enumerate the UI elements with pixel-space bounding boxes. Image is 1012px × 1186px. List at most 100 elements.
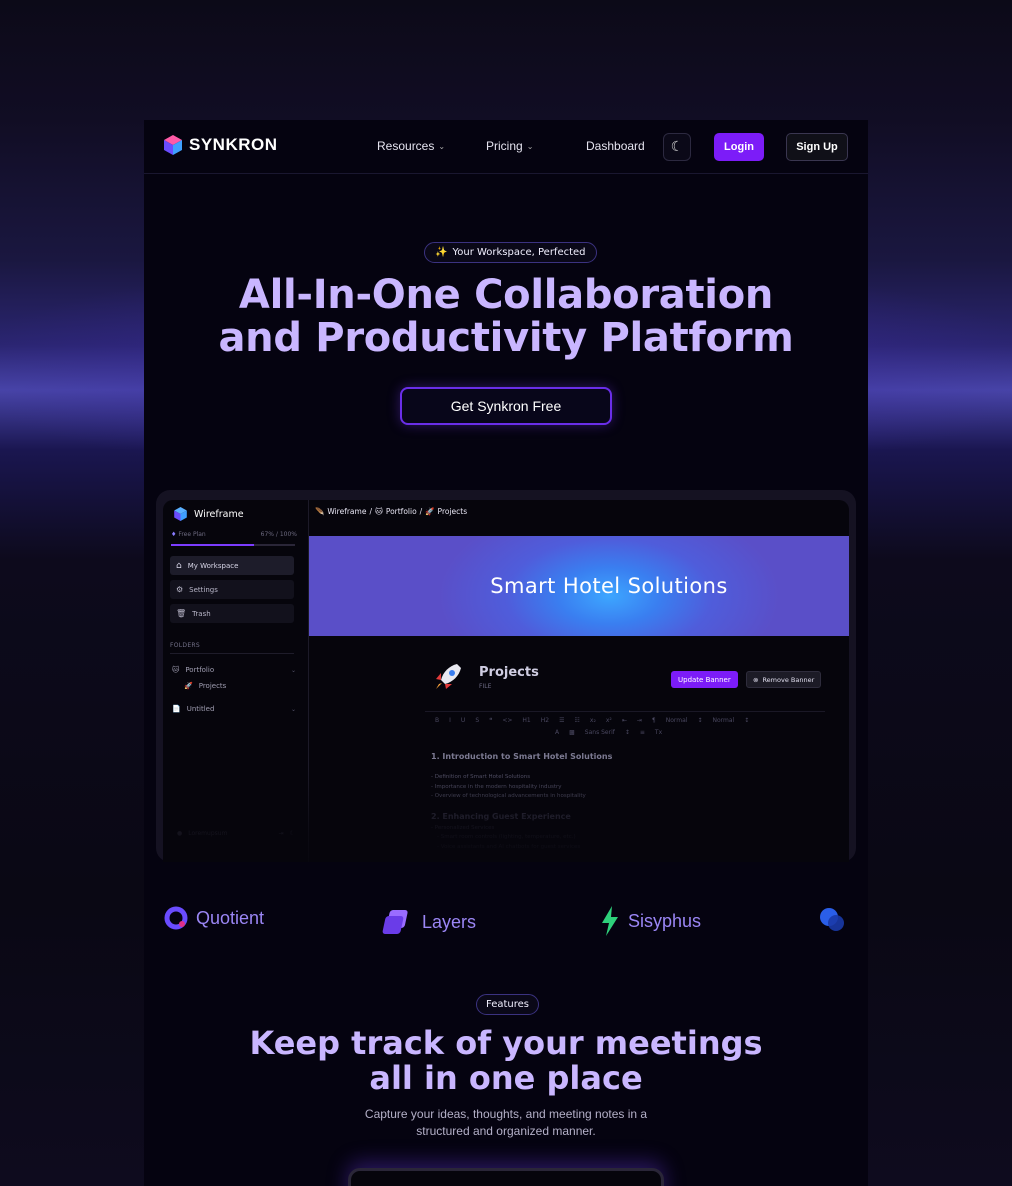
features-preview-frame: [348, 1168, 664, 1186]
logout-icon[interactable]: ⇥: [279, 830, 284, 837]
plan-usage: 67% / 100%: [260, 531, 297, 538]
document-banner: Smart Hotel Solutions: [309, 536, 849, 636]
remove-banner-button[interactable]: ⊗ Remove Banner: [746, 671, 822, 688]
toolbar-button[interactable]: ❝: [489, 717, 492, 724]
app-preview-frame: Wireframe ♦ Free Plan 67% / 100% ⌂ My Wo…: [156, 490, 856, 862]
toolbar-row-2: A ▩ Sans Serif ↕ ≡ Tx: [555, 729, 662, 736]
chevron-down-icon[interactable]: ⌄: [291, 706, 296, 713]
features-title: Keep track of your meetings all in one p…: [144, 1026, 868, 1096]
workspace-logo-icon: [174, 507, 187, 521]
toolbar-button[interactable]: ▩: [569, 729, 575, 736]
theme-toggle-button[interactable]: ☾: [663, 133, 691, 161]
toolbar-button[interactable]: x²: [606, 717, 612, 724]
preview-sidebar: Wireframe ♦ Free Plan 67% / 100% ⌂ My Wo…: [163, 500, 309, 862]
toolbar-button[interactable]: ☷: [575, 717, 580, 724]
bullet-item: - Overview of technological advancements…: [431, 793, 586, 799]
home-icon: ⌂: [176, 560, 182, 571]
breadcrumb-portfolio[interactable]: Portfolio: [386, 507, 417, 516]
cat-emoji-icon: 🐱: [172, 666, 180, 674]
toolbar-button[interactable]: Sans Serif: [585, 729, 615, 736]
toolbar-button[interactable]: Normal: [666, 717, 688, 724]
toolbar-button[interactable]: A: [555, 729, 559, 736]
toolbar-button[interactable]: ↕: [697, 717, 702, 724]
section-heading: 2. Enhancing Guest Experience: [431, 811, 571, 821]
banner-title: Smart Hotel Solutions: [490, 574, 728, 598]
bullet-item: - Definition of Smart Hotel Solutions: [431, 774, 531, 780]
rocket-icon: [436, 664, 461, 689]
partner-circles: [818, 906, 856, 934]
breadcrumb-wireframe[interactable]: Wireframe: [327, 507, 366, 516]
nav-pricing[interactable]: Pricing ⌄: [486, 139, 533, 153]
folder-untitled[interactable]: 📄 Untitled: [172, 705, 214, 713]
section-heading: 1. Introduction to Smart Hotel Solutions: [431, 752, 613, 761]
update-banner-button[interactable]: Update Banner: [671, 671, 738, 688]
workspace-header[interactable]: Wireframe: [174, 507, 244, 521]
breadcrumb-separator: /: [369, 507, 372, 516]
bullet-item: - Voice assistants and AI chatbots for g…: [437, 843, 581, 850]
file-label: Projects: [198, 682, 227, 690]
get-started-button[interactable]: Get Synkron Free: [400, 387, 612, 425]
avatar[interactable]: ●: [177, 830, 182, 837]
sidebar-item-my-workspace[interactable]: ⌂ My Workspace: [170, 556, 294, 575]
file-projects[interactable]: 🚀 Projects: [184, 682, 226, 690]
toolbar-button[interactable]: ↕: [744, 717, 749, 724]
sidebar-item-trash[interactable]: 🗑 Trash: [170, 604, 294, 623]
partner-quotient: Quotient: [164, 906, 264, 930]
login-button[interactable]: Login: [714, 133, 764, 161]
partner-sisyphus: Sisyphus: [600, 906, 701, 936]
toolbar-button[interactable]: H1: [522, 717, 530, 724]
toolbar-button[interactable]: H2: [541, 717, 549, 724]
toolbar-button[interactable]: U: [461, 717, 465, 724]
features-description: Capture your ideas, thoughts, and meetin…: [344, 1106, 668, 1140]
toolbar-button[interactable]: x₂: [590, 717, 596, 724]
preview-main: 🪶 Wireframe / 🐱 Portfolio / 🚀 Projects S…: [309, 500, 849, 862]
document-title: Projects: [479, 664, 539, 680]
trash-icon: 🗑: [176, 609, 187, 618]
folders-divider: [170, 653, 294, 654]
toolbar-button[interactable]: ☰: [559, 717, 564, 724]
toolbar-button[interactable]: ⇤: [622, 717, 627, 724]
sidebar-item-label: Settings: [189, 585, 218, 594]
partner-logos: Quotient Layers Sisyphus: [144, 900, 868, 940]
signup-button[interactable]: Sign Up: [786, 133, 848, 161]
close-circle-icon: ⊗: [753, 675, 759, 684]
quotient-logo-icon: [164, 906, 188, 930]
rocket-emoji-icon: 🚀: [425, 507, 435, 516]
moon-icon[interactable]: ☾: [290, 830, 295, 837]
toolbar-button[interactable]: ≡: [640, 729, 645, 736]
document-type: FILE: [479, 682, 492, 690]
rocket-emoji-icon: 🚀: [184, 682, 193, 690]
toolbar-button[interactable]: I: [449, 717, 451, 724]
brand-name: SYNKRON: [189, 135, 278, 154]
landing-page: SYNKRON Resources ⌄ Pricing ⌄ Dashboard …: [144, 120, 868, 1186]
toolbar-button[interactable]: ↕: [625, 729, 630, 736]
toolbar-button[interactable]: B: [435, 717, 439, 724]
toolbar-button[interactable]: Normal: [712, 717, 734, 724]
gear-icon: ⚙: [176, 585, 184, 594]
section-bullets: - Personalized Services - Smart room con…: [431, 824, 791, 853]
features-desc-line2: structured and organized manner.: [416, 1124, 596, 1138]
folder-label: Untitled: [186, 705, 215, 713]
breadcrumb-projects[interactable]: Projects: [438, 507, 468, 516]
folder-portfolio[interactable]: 🐱 Portfolio: [172, 666, 214, 674]
hero-title: All-In-One Collaboration and Productivit…: [144, 274, 868, 360]
toolbar-button[interactable]: S: [475, 717, 479, 724]
chevron-down-icon[interactable]: ⌄: [291, 667, 296, 674]
toolbar-button[interactable]: Tx: [655, 729, 662, 736]
toolbar-button[interactable]: ⇥: [637, 717, 642, 724]
sidebar-item-settings[interactable]: ⚙ Settings: [170, 580, 294, 599]
brand-logo[interactable]: SYNKRON: [164, 135, 278, 155]
nav-resources[interactable]: Resources ⌄: [377, 139, 445, 153]
feather-icon: 🪶: [315, 507, 325, 516]
nav-dashboard[interactable]: Dashboard: [586, 139, 645, 153]
moon-icon: ☾: [670, 139, 684, 155]
toolbar-button[interactable]: ¶: [652, 717, 656, 724]
plan-info: ♦ Free Plan 67% / 100%: [171, 531, 297, 538]
plan-usage-bar: [171, 544, 295, 546]
bullet-item: - Importance in the modern hospitality i…: [431, 783, 562, 790]
folders-heading: FOLDERS: [170, 642, 201, 649]
document-content: 1. Introduction to Smart Hotel Solutions…: [431, 752, 791, 852]
toolbar-button[interactable]: <>: [502, 717, 512, 724]
bullet-item: - Personalized Services: [431, 824, 495, 831]
circles-logo-icon: [820, 908, 844, 931]
